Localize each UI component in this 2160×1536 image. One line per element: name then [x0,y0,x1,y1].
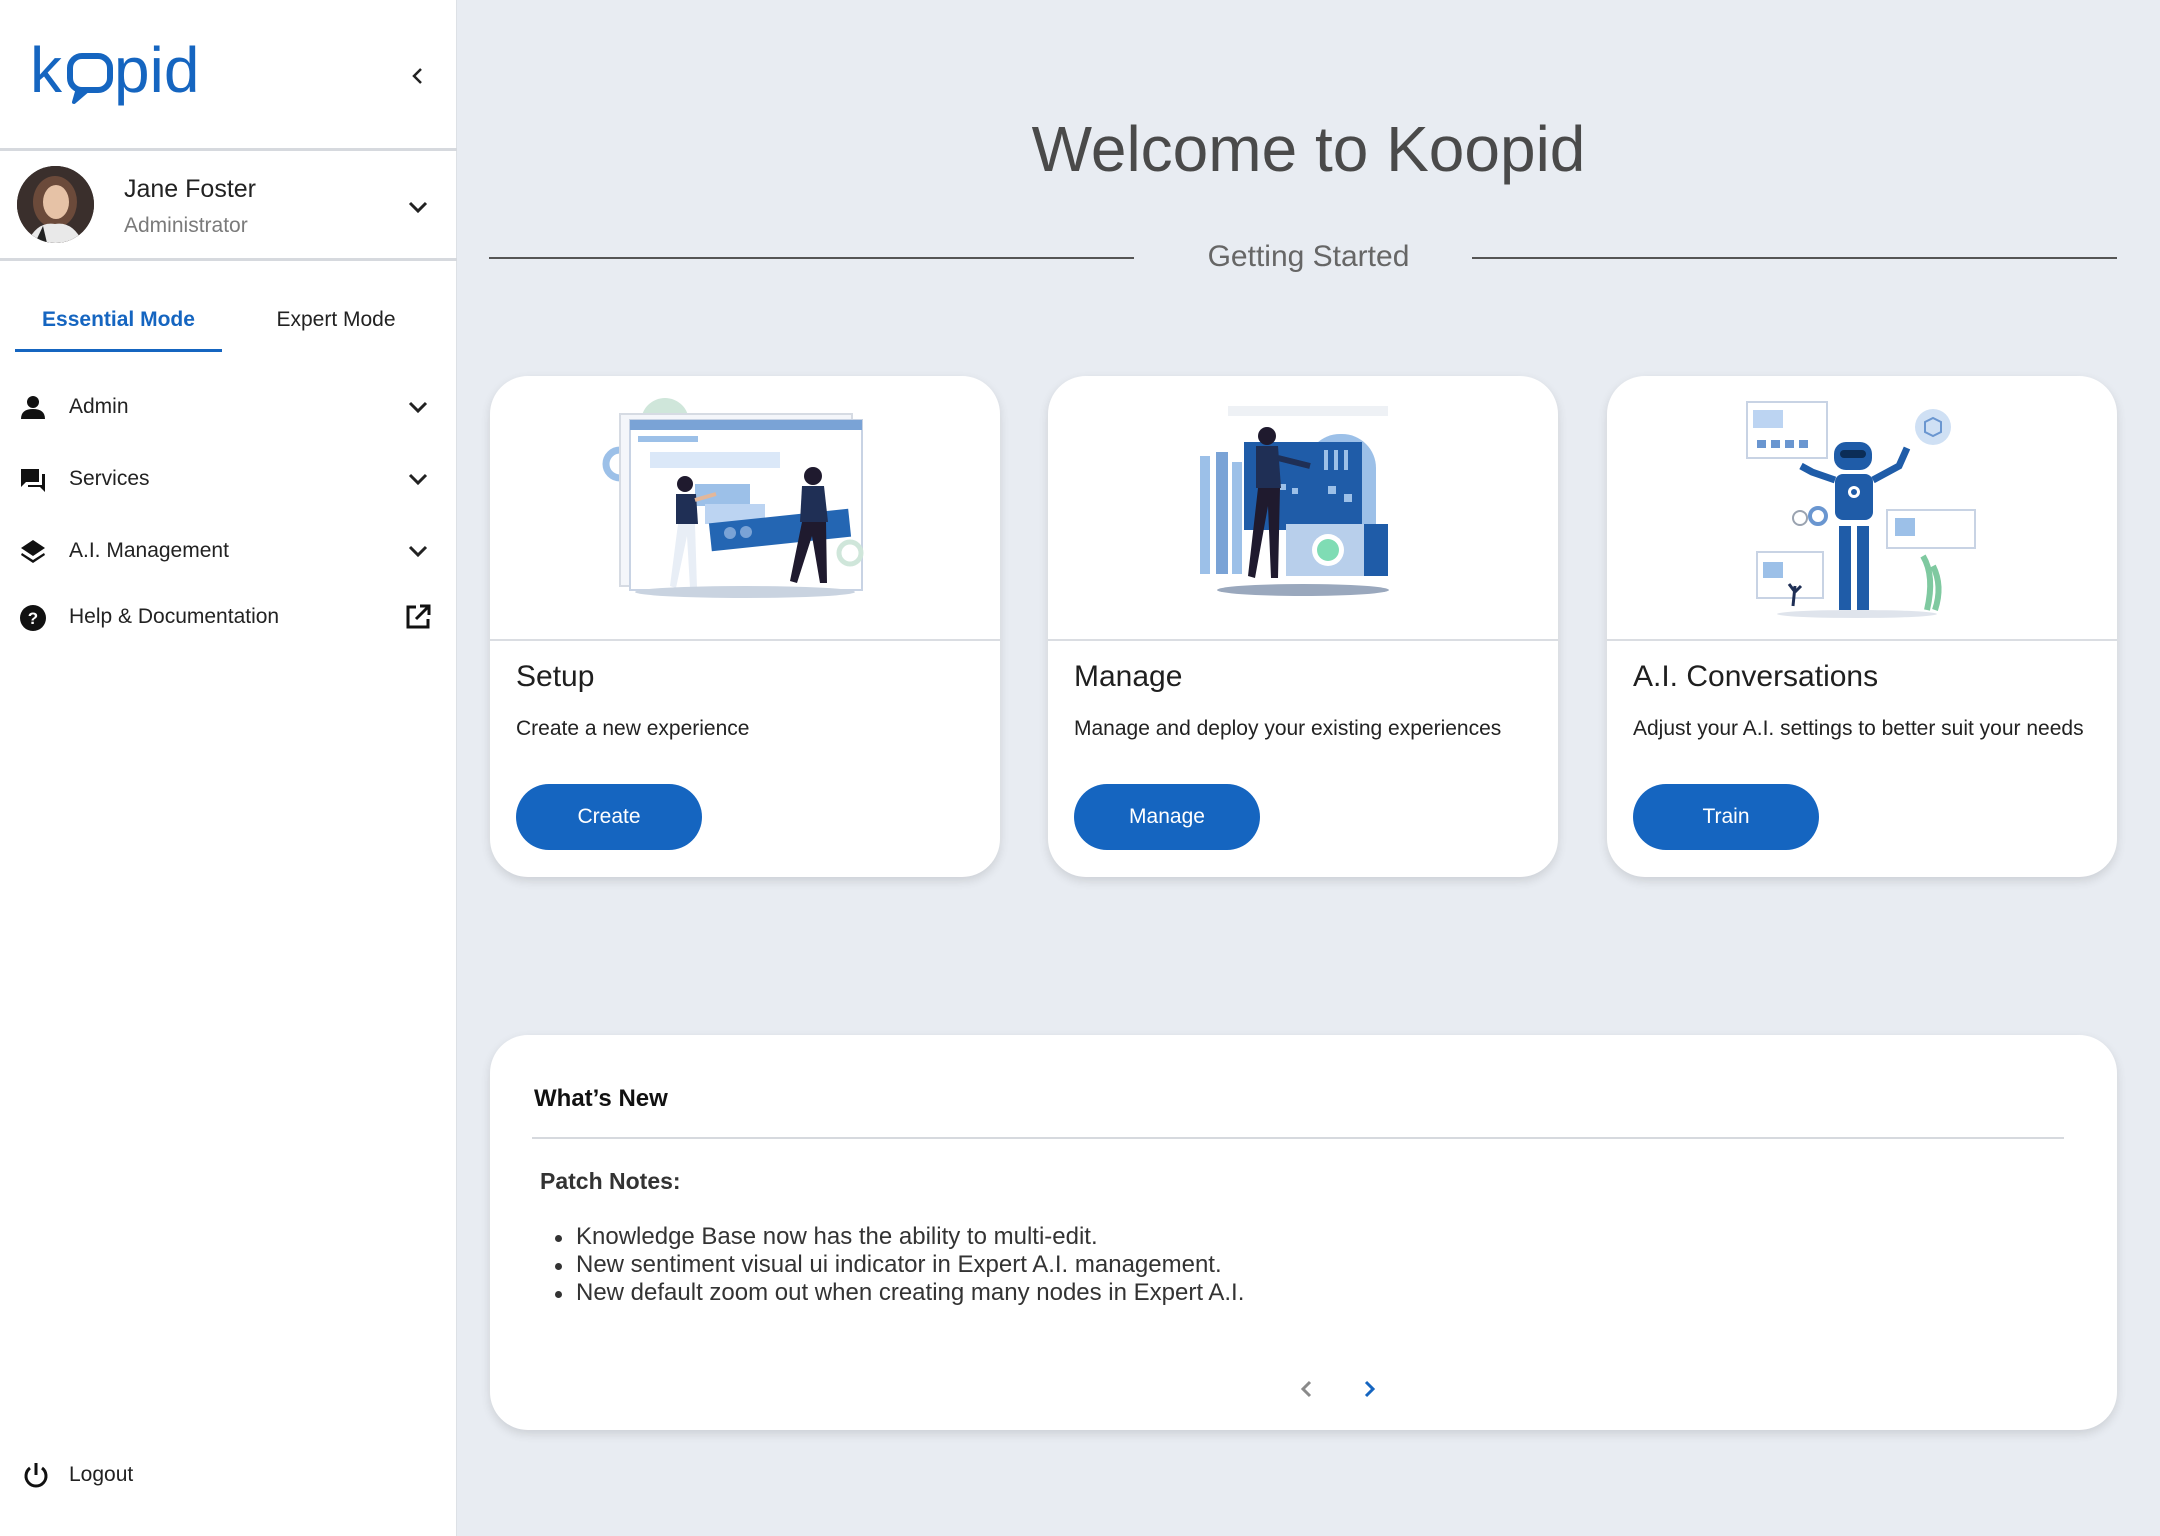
logo-header: k pid [0,0,457,151]
card-ai-conversations: A.I. Conversations Adjust your A.I. sett… [1607,376,2117,877]
divider [1472,257,2117,259]
card-description: Adjust your A.I. settings to better suit… [1633,717,2084,740]
card-title: Setup [516,660,595,693]
chevron-down-icon [408,401,428,414]
previous-page-button[interactable] [1292,1374,1322,1404]
train-button[interactable]: Train [1633,784,1819,850]
chevron-down-icon [408,201,428,214]
list-item: Knowledge Base now has the ability to mu… [554,1223,1244,1251]
sidebar-item-ai-management[interactable]: A.I. Management [0,521,457,581]
koopid-logo: k pid [30,34,199,106]
sidebar-item-help[interactable]: ? Help & Documentation [0,587,457,647]
chevron-left-icon [1300,1380,1312,1398]
patch-notes-title: Patch Notes: [540,1168,681,1194]
avatar [17,166,94,243]
sidebar-item-label: A.I. Management [69,539,229,562]
setup-illustration [490,376,1000,641]
sidebar-item-admin[interactable]: Admin [0,377,457,437]
logout-label: Logout [69,1463,134,1486]
sidebar-item-services[interactable]: Services [0,449,457,509]
sidebar: k pid Jane Foster Administrator Essentia… [0,0,457,1536]
card-description: Create a new experience [516,717,750,740]
manage-button[interactable]: Manage [1074,784,1260,850]
chevron-right-icon [1364,1380,1376,1398]
patch-notes-list: Knowledge Base now has the ability to mu… [554,1223,1245,1307]
sidebar-item-label: Help & Documentation [69,605,280,628]
divider [532,1137,2064,1139]
card-setup: Setup Create a new experience Create [490,376,1000,877]
card-title: Manage [1074,660,1183,693]
tab-expert-mode[interactable]: Expert Mode [236,290,436,352]
card-manage: Manage Manage and deploy your existing e… [1048,376,1558,877]
whats-new-title: What’s New [534,1085,668,1112]
sidebar-item-label: Admin [69,395,129,418]
card-title: A.I. Conversations [1633,660,1879,693]
svg-text:?: ? [28,609,38,628]
svg-text:pid: pid [114,34,199,106]
ai-conversations-illustration [1607,376,2117,641]
svg-text:k: k [30,34,63,106]
layers-icon [21,540,45,563]
manage-illustration [1048,376,1558,641]
next-page-button[interactable] [1354,1374,1384,1404]
help-icon: ? [20,605,46,631]
chevron-down-icon [408,473,428,486]
chevron-left-icon [412,68,422,84]
card-description: Manage and deploy your existing experien… [1074,717,1502,740]
chevron-down-icon [408,545,428,558]
list-item: New default zoom out when creating many … [554,1279,1245,1306]
create-button[interactable]: Create [516,784,702,850]
sidebar-item-label: Services [69,467,150,490]
logout-button[interactable]: Logout [0,1445,200,1505]
power-icon [24,1463,48,1488]
tab-essential-mode[interactable]: Essential Mode [15,290,222,352]
person-icon [21,396,45,419]
user-role: Administrator [124,214,248,237]
collapse-sidebar-button[interactable] [400,58,436,94]
user-menu[interactable]: Jane Foster Administrator [0,151,457,261]
main-content: Welcome to Koopid Getting Started Setup … [457,0,2160,1536]
page-title: Welcome to Koopid [1031,113,1586,185]
open-external-icon [406,604,431,629]
whats-new-panel: What’s New Patch Notes: Knowledge Base n… [490,1035,2117,1430]
user-name: Jane Foster [124,175,257,203]
list-item: New sentiment visual ui indicator in Exp… [554,1251,1244,1279]
chat-icon [21,469,45,492]
mode-tabs: Essential Mode Expert Mode [0,290,457,352]
